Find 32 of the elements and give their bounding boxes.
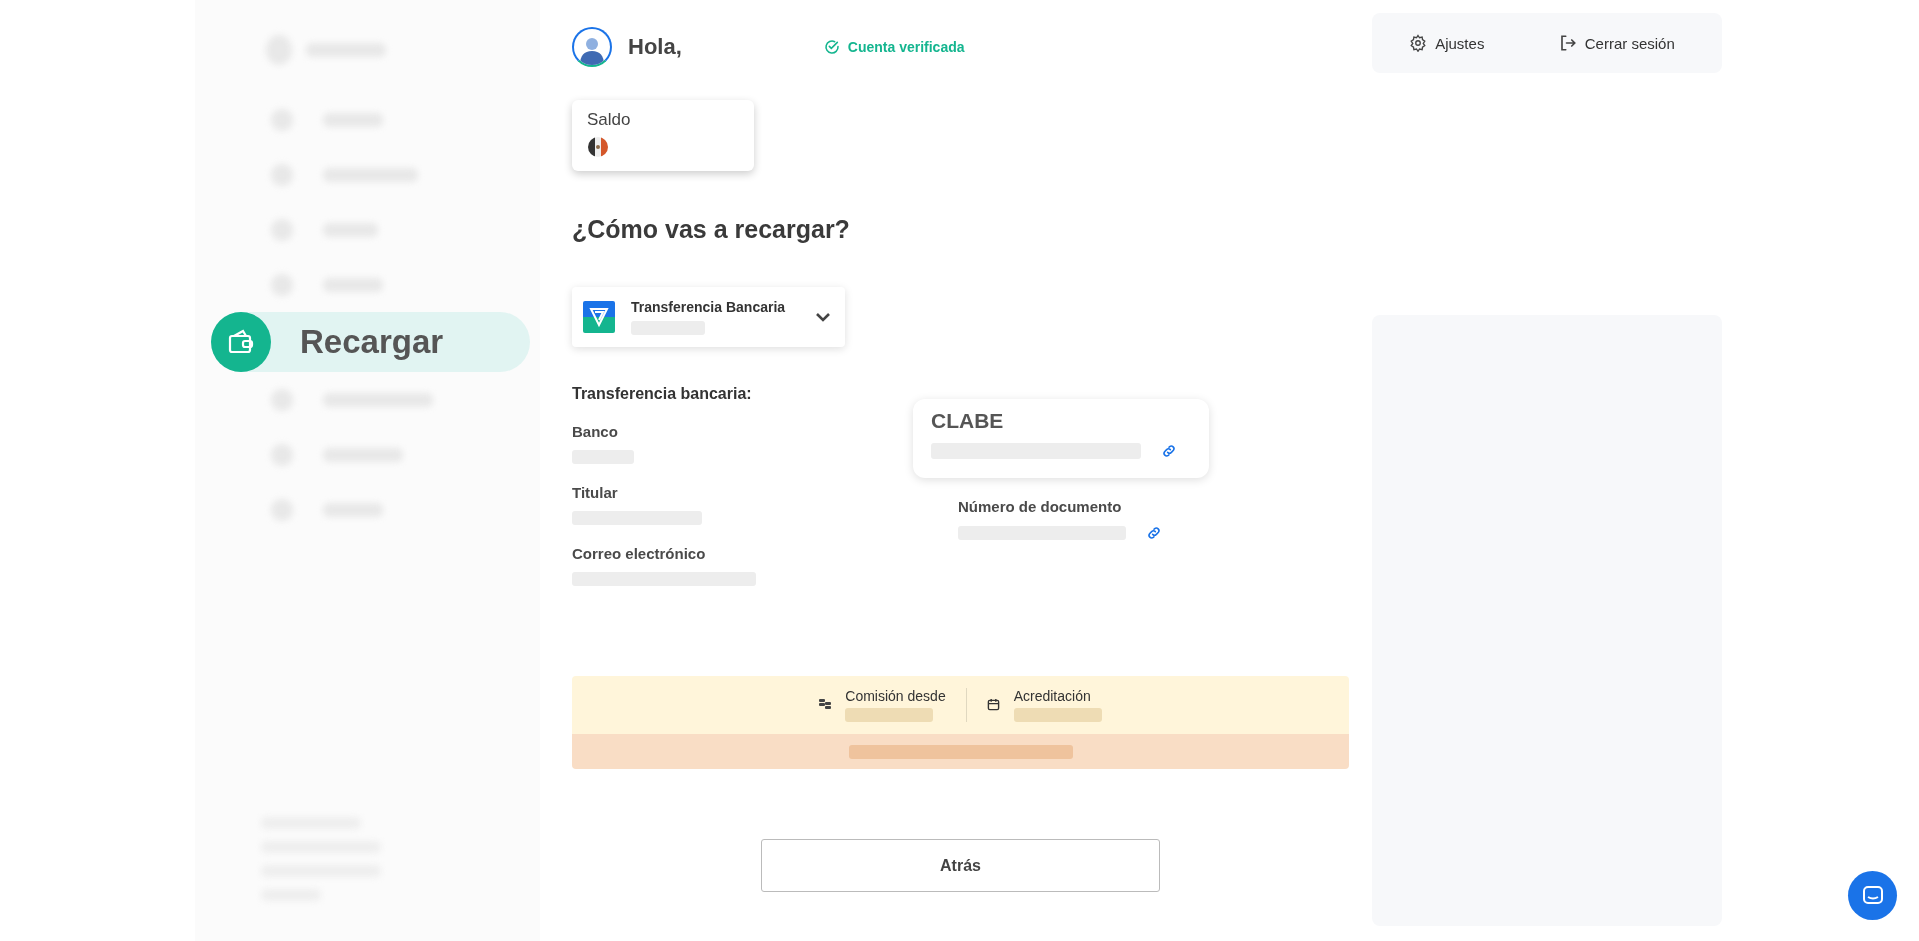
coins-icon: [819, 698, 832, 710]
chat-button[interactable]: [1848, 871, 1897, 920]
calendar-icon: [986, 698, 1000, 711]
chevron-down-icon: [815, 312, 831, 322]
avatar-icon: [572, 27, 612, 67]
nav-item-selected[interactable]: Recargar: [211, 312, 530, 372]
field-label: Correo electrónico: [572, 545, 707, 562]
section-title: Transferencia bancaria:: [572, 385, 753, 403]
field-label: Número de documento: [958, 498, 1123, 515]
payment-method-dropdown[interactable]: Transferencia Bancaria: [572, 287, 845, 347]
check-circle-icon: [823, 39, 840, 55]
logout-icon: [1558, 34, 1577, 52]
info-label: Acreditación: [1013, 688, 1092, 704]
nav-label: Recargar: [300, 323, 444, 361]
logout-button[interactable]: Cerrar sesión: [1554, 30, 1679, 56]
bank-logo-icon: [583, 301, 615, 333]
copy-link-icon[interactable]: [1146, 525, 1162, 541]
back-button[interactable]: Atrás: [761, 839, 1160, 892]
greeting: Hola,: [628, 34, 682, 60]
section-heading: ¿Cómo vas a recargar?: [572, 215, 851, 245]
settings-button[interactable]: Ajustes: [1405, 30, 1489, 56]
field-label: Banco: [572, 423, 619, 440]
info-label: Comisión desde: [845, 688, 946, 704]
flag-icon: [587, 136, 609, 158]
balance-label: Saldo: [587, 110, 632, 130]
verified-status: Cuenta verificada: [847, 39, 965, 55]
wallet-icon: [211, 312, 271, 372]
clabe-label: CLABE: [931, 409, 1005, 433]
copy-link-icon[interactable]: [1161, 443, 1177, 459]
chat-icon: [1861, 884, 1884, 907]
settings-icon: [1409, 34, 1428, 52]
field-label: Titular: [572, 484, 619, 501]
